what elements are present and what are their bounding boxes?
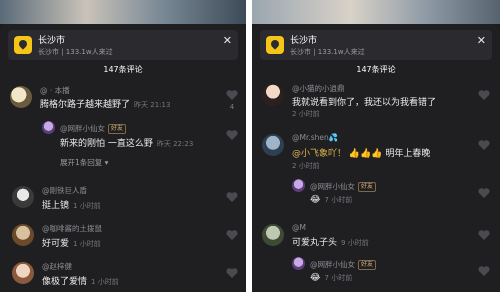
comment-username[interactable]: @Mr.shen💦 — [292, 133, 338, 142]
heart-icon[interactable] — [226, 268, 238, 278]
heart-icon[interactable] — [226, 192, 238, 202]
comment-username[interactable]: @刚铁巨人盾 — [42, 185, 87, 196]
username-text: @网胖小仙女 — [310, 260, 355, 269]
comment-username[interactable]: @网胖小仙女 好友 — [310, 259, 377, 270]
mention-link[interactable]: @小飞象吖！ — [292, 149, 346, 159]
comment-username[interactable]: @网胖小仙女 好友 — [310, 181, 377, 192]
comment-text: 好可爱 1 小时前 — [42, 236, 101, 249]
comment-text: @小飞象吖！ 👍👍👍 明年上春晚 — [292, 146, 430, 159]
location-title: 长沙市 — [290, 36, 318, 46]
comment-panel-left: 长沙市 长沙市 | 133.1w人来过 ✕ 147条评论 @ · 本播 腾格尔路… — [0, 0, 246, 292]
expand-replies-button[interactable]: 展开1条回复 ▾ — [60, 157, 108, 168]
heart-icon[interactable] — [478, 188, 490, 198]
comment-sheet: 长沙市 长沙市 | 133.1w人来过 ✕ 147条评论 @小猫的小逍鼎 我就说… — [252, 24, 500, 292]
comment-body: 挺上镜 — [42, 201, 70, 211]
location-title: 长沙市 — [38, 36, 66, 46]
comment-sheet: 长沙市 长沙市 | 133.1w人来过 ✕ 147条评论 @ · 本播 腾格尔路… — [0, 24, 246, 292]
avatar[interactable] — [262, 224, 284, 246]
comment-text: 挺上镜 1 小时前 — [42, 198, 101, 211]
comment-item: @赵梓健 像极了爱情 1 小时前 — [0, 260, 246, 290]
location-pin-icon — [266, 36, 284, 54]
video-background — [0, 0, 246, 24]
comment-username[interactable]: @M — [292, 223, 306, 232]
heart-icon[interactable] — [226, 90, 238, 100]
comment-time: 2 小时前 — [292, 162, 320, 170]
friend-badge: 好友 — [358, 260, 377, 270]
comment-item: @M 可爱丸子头 9 小时前 — [252, 222, 500, 254]
like-count: 4 — [229, 103, 235, 111]
comment-username[interactable]: @咖啡酱的土拨鼠 — [42, 223, 102, 234]
comment-item: @小猫的小逍鼎 我就说看到你了，我还以为我看错了 2 小时前 — [252, 82, 500, 122]
comment-time: 昨天 21:13 — [134, 101, 171, 109]
reply-item: @网胖小仙女 好友 😂 7 小时前 — [252, 256, 500, 290]
comment-text: 可爱丸子头 9 小时前 — [292, 235, 369, 248]
comment-body: 😂 — [310, 273, 321, 283]
comment-text: 像极了爱情 1 小时前 — [42, 274, 119, 287]
friend-badge: 好友 — [358, 182, 377, 192]
comment-text: 新来的刚怕 一直这么野 昨天 22:23 — [60, 136, 193, 149]
comment-time: 昨天 22:23 — [156, 140, 194, 148]
comment-text: 😂 7 小时前 — [310, 195, 352, 205]
comment-username[interactable]: @网胖小仙女 好友 — [60, 123, 127, 134]
video-background — [252, 0, 500, 24]
avatar[interactable] — [12, 224, 34, 246]
comment-time: 7 小时前 — [324, 196, 353, 204]
heart-icon[interactable] — [478, 266, 490, 276]
comment-body: 😂 — [310, 195, 321, 205]
comment-item: @刚铁巨人盾 挺上镜 1 小时前 — [0, 184, 246, 214]
comment-body: 好可爱 — [42, 239, 70, 249]
comment-body: 新来的刚怕 一直这么野 — [60, 139, 153, 149]
comment-text: 腾格尔路子越来越野了 昨天 21:13 — [40, 97, 170, 110]
reply-item: @网胖小仙女 好友 新来的刚怕 一直这么野 昨天 22:23 — [0, 120, 246, 150]
heart-icon[interactable] — [478, 140, 490, 150]
comment-time: 1 小时前 — [91, 278, 119, 286]
username-text: @网胖小仙女 — [310, 182, 355, 191]
location-subtitle: 长沙市 | 133.1w人来过 — [38, 48, 113, 56]
expand-label: 展开1条回复 — [60, 158, 103, 167]
location-pin-icon — [14, 36, 32, 54]
comment-body: 腾格尔路子越来越野了 — [40, 100, 131, 110]
comment-body: 可爱丸子头 — [292, 238, 338, 248]
reply-item: @网胖小仙女 好友 😂 7 小时前 — [252, 178, 500, 210]
comment-time: 2 小时前 — [292, 110, 320, 118]
heart-icon[interactable] — [478, 230, 490, 240]
location-subtitle: 长沙市 | 133.1w人来过 — [290, 48, 365, 56]
location-card[interactable]: 长沙市 长沙市 | 133.1w人来过 ✕ — [260, 30, 492, 60]
comment-text: 😂 7 小时前 — [310, 273, 352, 283]
comment-item: @Mr.shen💦 @小飞象吖！ 👍👍👍 明年上春晚 2 小时前 — [252, 132, 500, 172]
avatar[interactable] — [292, 257, 305, 270]
heart-icon[interactable] — [226, 130, 238, 140]
avatar[interactable] — [292, 179, 305, 192]
comment-item: @咖啡酱的土拨鼠 好可爱 1 小时前 — [0, 222, 246, 252]
comment-body: 像极了爱情 — [42, 277, 88, 287]
avatar[interactable] — [10, 86, 32, 108]
comment-username[interactable]: @赵梓健 — [42, 261, 72, 272]
avatar[interactable] — [262, 84, 284, 106]
comment-username[interactable]: @小猫的小逍鼎 — [292, 83, 345, 94]
username-text: @网胖小仙女 — [60, 124, 105, 133]
heart-icon[interactable] — [226, 230, 238, 240]
avatar[interactable] — [12, 186, 34, 208]
comment-panel-right: 长沙市 长沙市 | 133.1w人来过 ✕ 147条评论 @小猫的小逍鼎 我就说… — [252, 0, 500, 292]
close-icon[interactable]: ✕ — [223, 34, 232, 48]
comment-username[interactable]: @ · 本播 — [40, 85, 70, 96]
comment-text: 我就说看到你了，我还以为我看错了 — [292, 98, 437, 108]
comment-body: 👍👍👍 明年上春晚 — [348, 149, 431, 159]
location-card[interactable]: 长沙市 长沙市 | 133.1w人来过 ✕ — [8, 30, 238, 60]
friend-badge: 好友 — [108, 124, 127, 134]
comment-time: 1 小时前 — [73, 240, 101, 248]
comment-time: 9 小时前 — [341, 239, 369, 247]
comment-time: 1 小时前 — [73, 202, 101, 210]
comment-time: 7 小时前 — [324, 274, 353, 282]
avatar[interactable] — [42, 121, 55, 134]
comment-item: @ · 本播 腾格尔路子越来越野了 昨天 21:13 4 — [0, 84, 246, 118]
comment-count: 147条评论 — [103, 65, 143, 74]
avatar[interactable] — [262, 134, 284, 156]
comment-count: 147条评论 — [356, 65, 396, 74]
close-icon[interactable]: ✕ — [477, 34, 486, 48]
avatar[interactable] — [12, 262, 34, 284]
chevron-down-icon: ▾ — [104, 158, 109, 167]
heart-icon[interactable] — [478, 90, 490, 100]
